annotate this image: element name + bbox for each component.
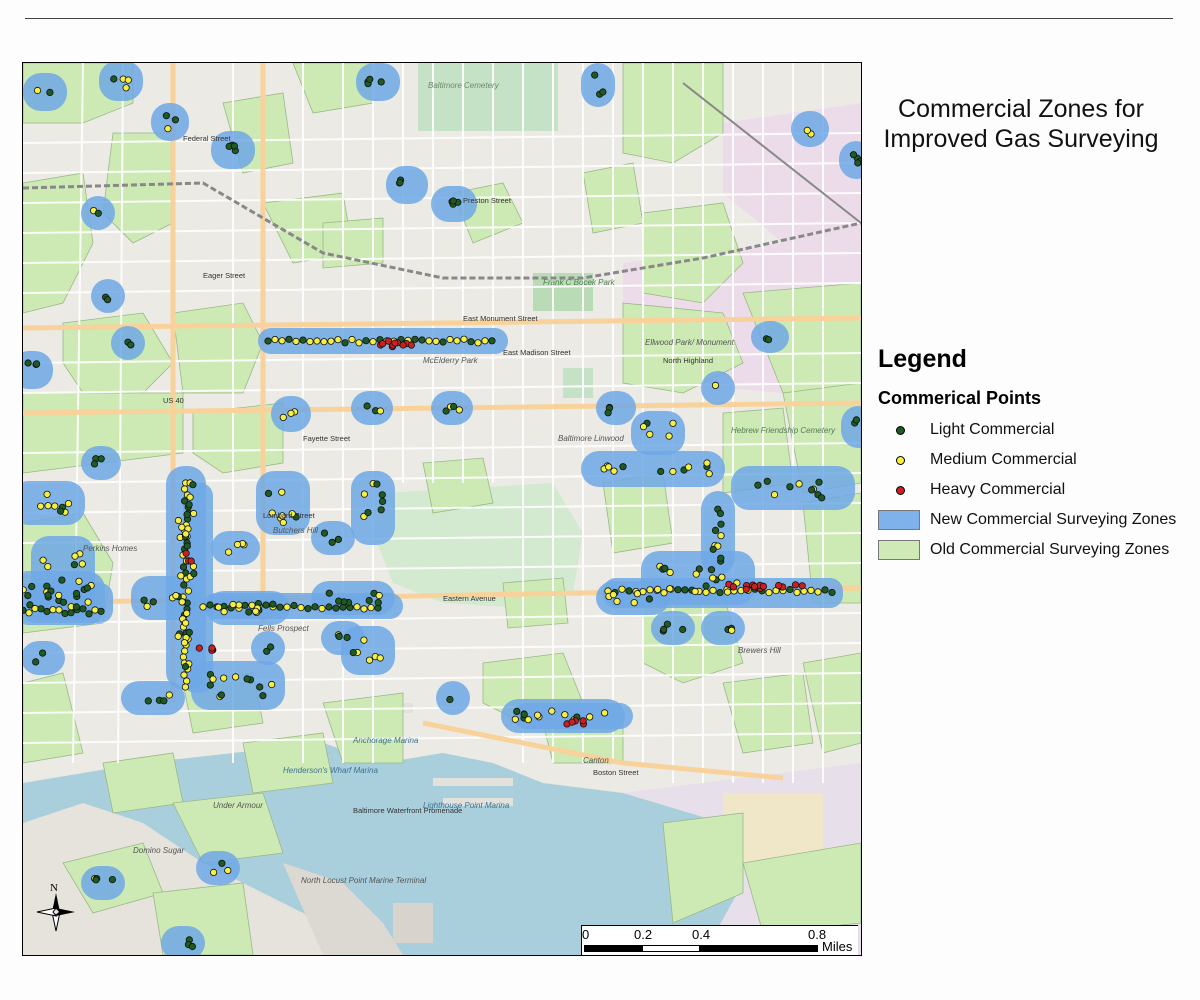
heavy-commercial-dot-icon [895, 485, 905, 495]
old-zone-swatch-icon [878, 540, 920, 560]
street-label: Preston Street [463, 196, 512, 205]
place-label: Henderson's Wharf Marina [283, 766, 378, 775]
light-commercial-dot-icon [895, 425, 905, 435]
north-arrow-icon: N [36, 882, 75, 932]
legend-item-heavy: Heavy Commercial [878, 475, 1198, 505]
place-label: Brewers Hill [738, 646, 781, 655]
street-label: East Monument Street [463, 314, 539, 323]
scale-tick-2: 0.4 [692, 927, 711, 942]
map-title: Commercial Zones for Improved Gas Survey… [866, 94, 1176, 154]
place-label: Baltimore Cemetery [428, 81, 500, 90]
place-label: Frank C Bocek Park [543, 278, 616, 287]
legend-label-old-zones: Old Commercial Surveying Zones [930, 541, 1170, 558]
place-label: Anchorage Marina [352, 736, 419, 745]
street-label: Eager Street [203, 271, 246, 280]
place-label: Under Armour [213, 801, 263, 810]
medium-commercial-dot-icon [895, 455, 905, 465]
map-title-line-2: Improved Gas Surveying [883, 125, 1159, 153]
place-label: North Locust Point Marine Terminal [301, 876, 426, 885]
street-label: Boston Street [593, 768, 639, 777]
street-label: US 40 [163, 396, 184, 405]
legend-item-old-zones: Old Commercial Surveying Zones [878, 535, 1198, 565]
scale-tick-1: 0.2 [634, 927, 653, 942]
street-label: Lombard Street [263, 511, 316, 520]
street-label: East Madison Street [503, 348, 571, 357]
place-label: Butchers Hill [273, 526, 318, 535]
scale-segment-2 [642, 945, 700, 952]
place-label: Baltimore Linwood [558, 434, 624, 443]
place-label: Hebrew Friendship Cemetery [731, 426, 836, 435]
scale-segment-3 [700, 945, 818, 952]
street-label: North Highland [663, 356, 713, 365]
street-label: Eastern Avenue [443, 594, 496, 603]
place-label: Ellwood Park/ Monument [645, 338, 735, 347]
legend-label-medium: Medium Commercial [930, 451, 1077, 468]
map-frame[interactable]: Baltimore Cemetery Frank C Bocek Park Perk… [22, 62, 862, 956]
map-labels-layer: Baltimore Cemetery Frank C Bocek Park Perk… [83, 81, 836, 885]
scale-bar: 0 0.2 0.4 0.8 Miles [581, 925, 858, 955]
legend-label-new-zones: New Commercial Surveying Zones [930, 511, 1177, 528]
place-label: Canton [583, 756, 609, 765]
legend-item-new-zones: New Commercial Surveying Zones [878, 505, 1198, 535]
scale-unit: Miles [822, 939, 853, 954]
page: Baltimore Cemetery Frank C Bocek Park Perk… [0, 0, 1200, 1000]
place-label: Perkins Homes [83, 544, 137, 553]
legend: Legend Commerical Points Light Commercia… [878, 345, 1198, 565]
street-label: Fayette Street [303, 434, 351, 443]
new-zone-swatch-icon [878, 510, 920, 530]
legend-heading: Legend [878, 345, 967, 373]
street-label: Federal Street [183, 134, 231, 143]
place-label: McElderry Park [423, 356, 479, 365]
legend-label-light: Light Commercial [930, 421, 1055, 438]
scale-segment-1 [584, 945, 642, 952]
map-title-line-1: Commercial Zones for [898, 95, 1144, 123]
legend-item-light: Light Commercial [878, 415, 1198, 445]
scale-tick-0: 0 [582, 927, 590, 942]
legend-label-heavy: Heavy Commercial [930, 481, 1066, 498]
north-arrow-label: N [50, 882, 58, 894]
place-label: Domino Sugar [133, 846, 184, 855]
legend-points-heading: Commerical Points [878, 388, 1042, 408]
top-divider [25, 18, 1173, 19]
street-label: Baltimore Waterfront Promenade [353, 806, 462, 815]
legend-item-medium: Medium Commercial [878, 445, 1198, 475]
place-label: Fells Prospect [258, 624, 309, 633]
